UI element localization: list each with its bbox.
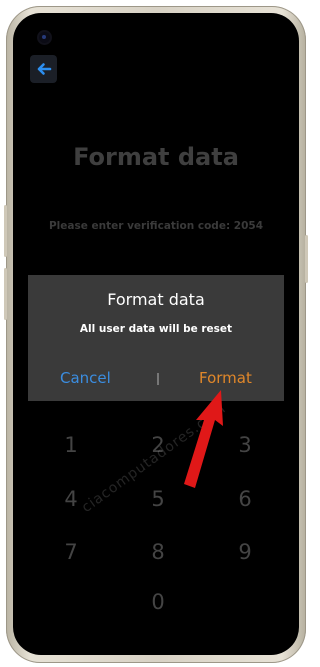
red-arrow-annotation	[184, 390, 223, 488]
